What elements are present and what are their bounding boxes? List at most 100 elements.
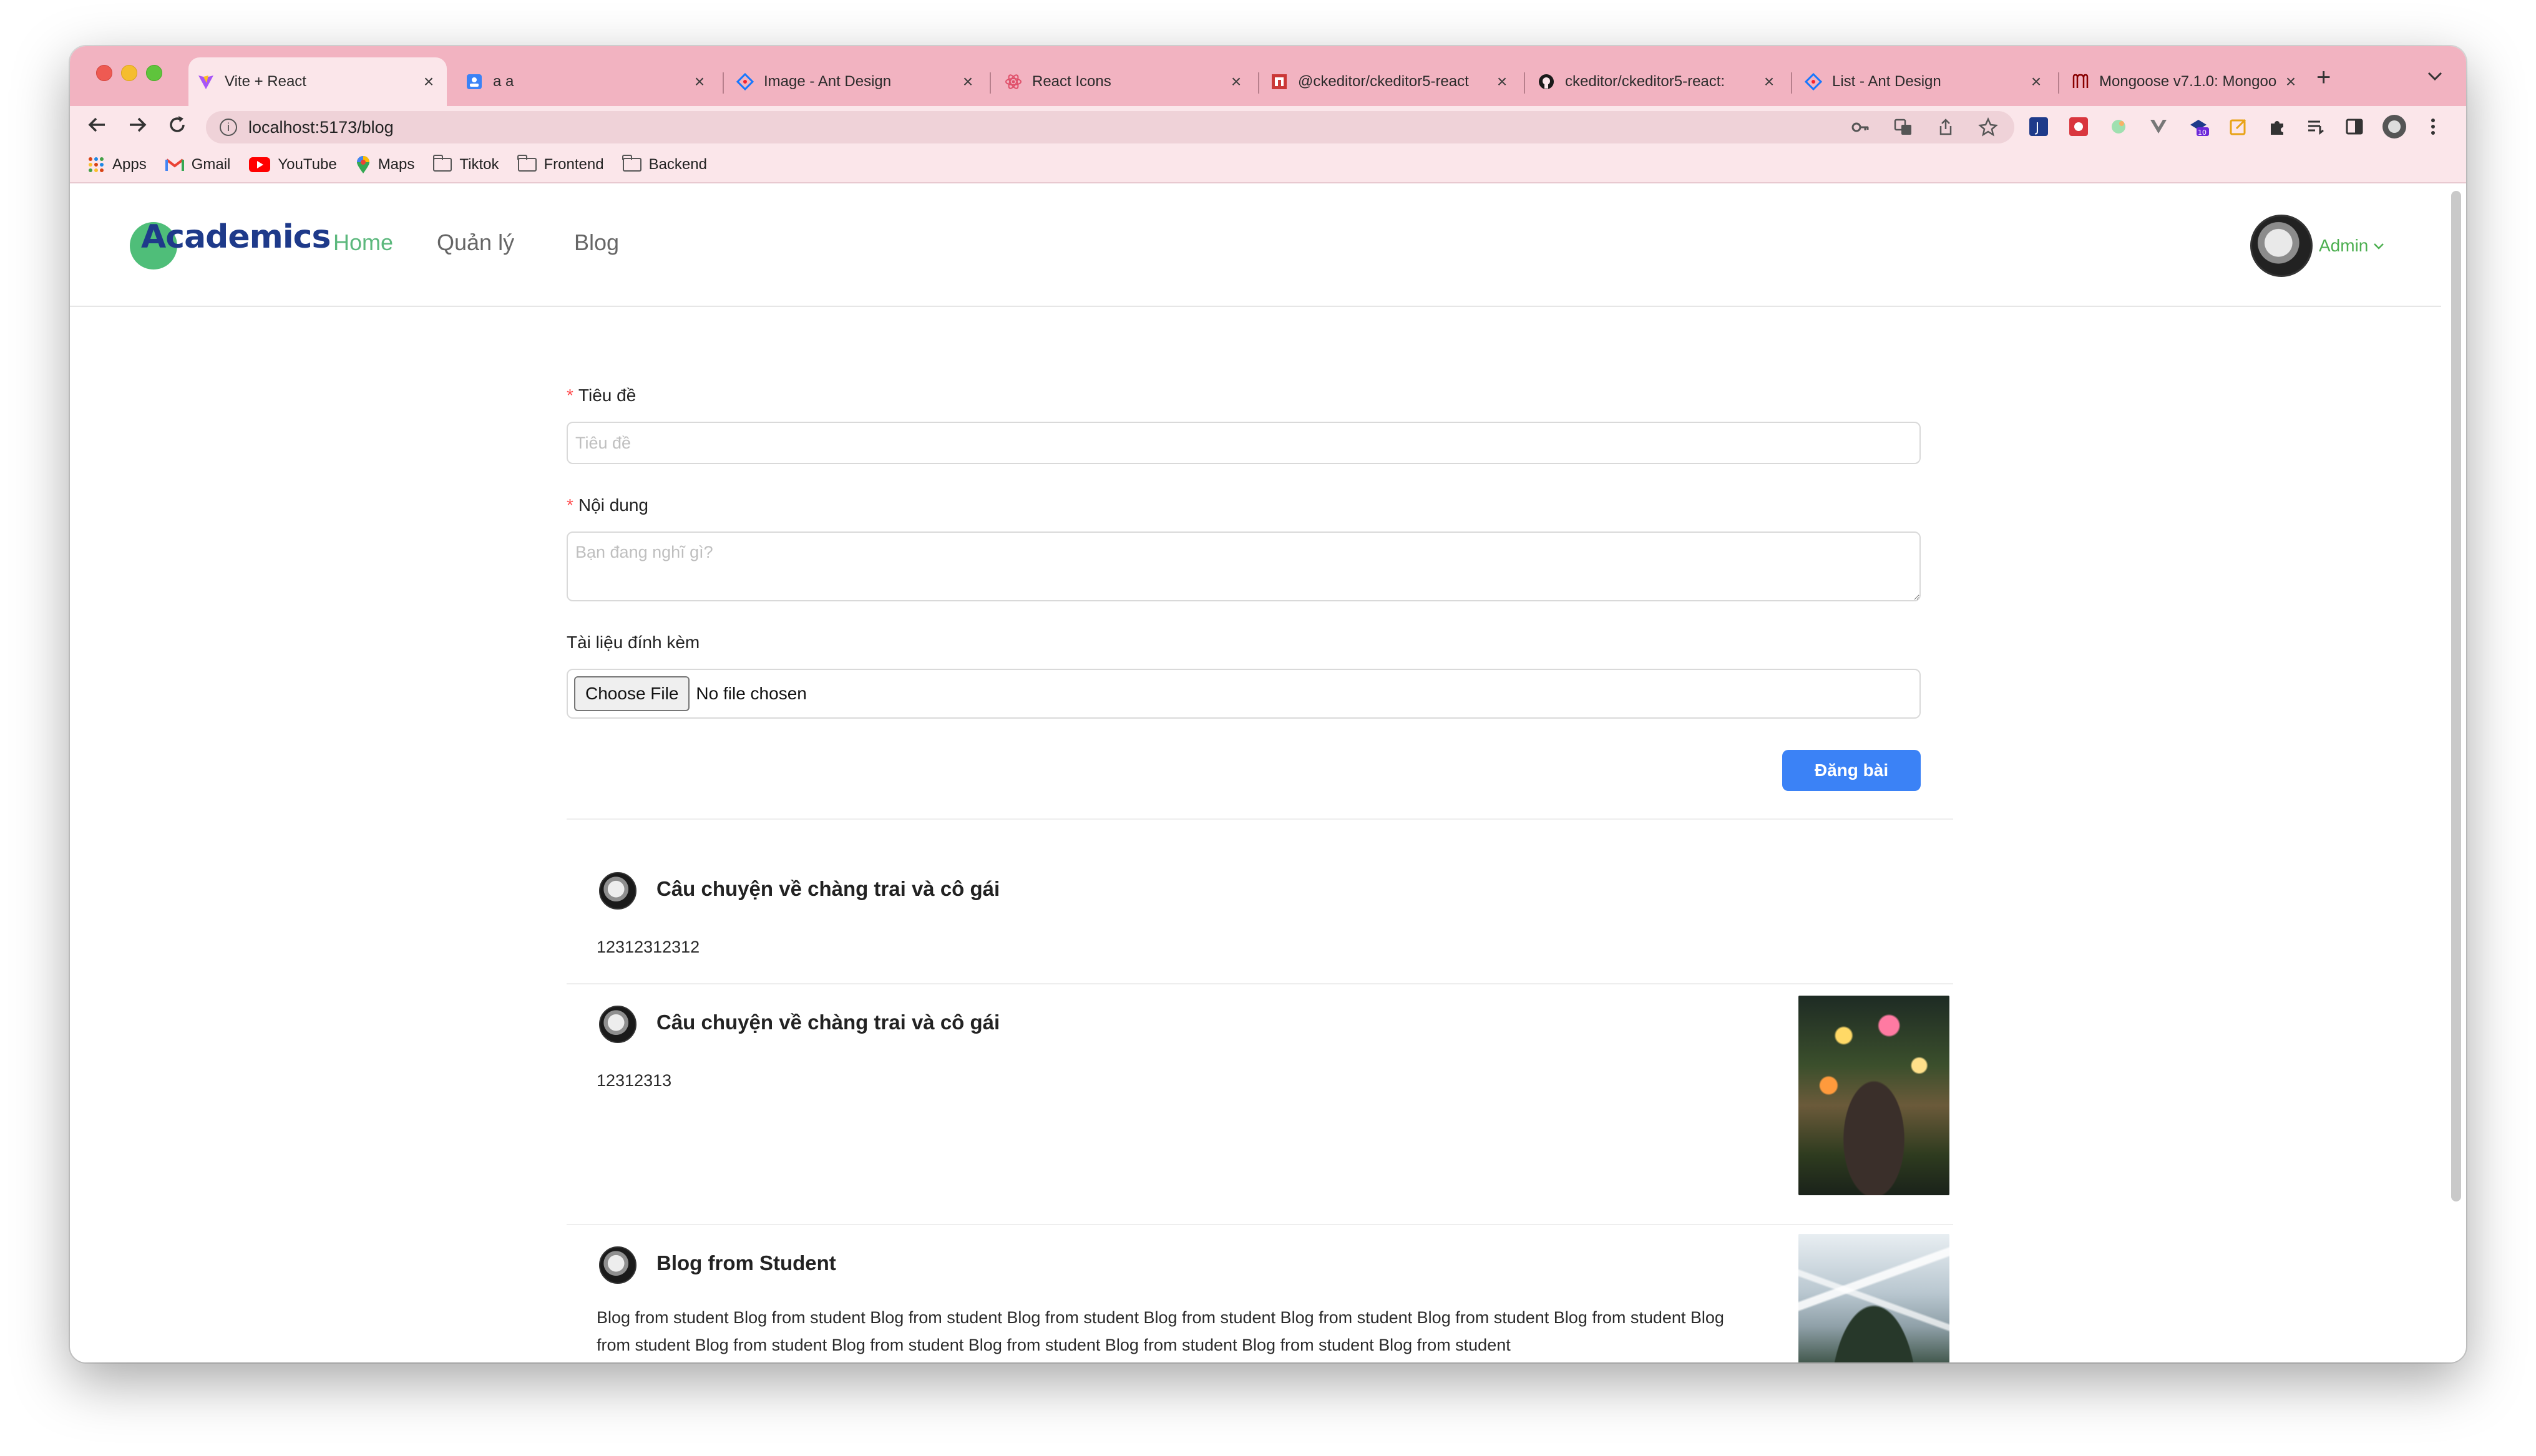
antd-icon bbox=[736, 73, 754, 90]
tab-title: Mongoose v7.1.0: Mongoo bbox=[2099, 73, 2277, 90]
content-textarea[interactable] bbox=[567, 531, 1921, 601]
tab-a-a[interactable]: a a × bbox=[457, 57, 718, 106]
required-mark: * bbox=[567, 386, 573, 405]
post-title[interactable]: Câu chuyện về chàng trai và cô gái bbox=[656, 877, 1000, 901]
extension-notes-icon[interactable] bbox=[2228, 116, 2249, 137]
share-icon[interactable] bbox=[1936, 117, 1956, 142]
user-menu[interactable]: Admin bbox=[2250, 215, 2384, 277]
svg-text:J: J bbox=[2034, 120, 2039, 135]
title-input[interactable] bbox=[567, 422, 1921, 464]
maps-icon bbox=[356, 155, 371, 174]
key-icon[interactable] bbox=[1851, 117, 1871, 142]
tab-separator bbox=[2058, 72, 2059, 94]
attachment-label: Tài liệu đính kèm bbox=[567, 633, 700, 652]
address-bar[interactable]: i localhost:5173/blog bbox=[206, 111, 2014, 143]
nav-blog[interactable]: Blog bbox=[574, 230, 619, 256]
bookmark-label: Maps bbox=[378, 156, 415, 173]
post-body: Blog from student Blog from student Blog… bbox=[597, 1308, 1724, 1354]
post-title[interactable]: Câu chuyện về chàng trai và cô gái bbox=[656, 1011, 1000, 1034]
tab-ckeditor-npm[interactable]: @ckeditor/ckeditor5-react × bbox=[1262, 57, 1520, 106]
tab-separator bbox=[1791, 72, 1792, 94]
back-arrow-icon[interactable] bbox=[86, 114, 109, 142]
minimize-window-button[interactable] bbox=[121, 65, 137, 81]
profile-avatar[interactable] bbox=[2381, 114, 2407, 140]
close-tab-icon[interactable]: × bbox=[690, 72, 709, 92]
post-author-avatar bbox=[599, 1246, 636, 1284]
nav-manage[interactable]: Quản lý bbox=[437, 230, 514, 256]
choose-file-button[interactable]: Choose File bbox=[574, 676, 690, 711]
file-input[interactable]: Choose File No file chosen bbox=[567, 669, 1921, 719]
content-label-text: Nội dung bbox=[578, 495, 648, 515]
translate-icon[interactable] bbox=[1893, 117, 1913, 142]
bookmark-youtube[interactable]: YouTube bbox=[249, 156, 337, 173]
bookmark-gmail[interactable]: Gmail bbox=[165, 156, 231, 173]
post-item[interactable]: Câu chuyện về chàng trai và cô gái 12312… bbox=[567, 858, 1953, 956]
close-tab-icon[interactable]: × bbox=[1760, 72, 1778, 92]
forward-arrow-icon[interactable] bbox=[126, 114, 149, 142]
bookmark-maps[interactable]: Maps bbox=[356, 155, 415, 174]
close-window-button[interactable] bbox=[96, 65, 112, 81]
browser-menu-icon[interactable] bbox=[2422, 116, 2444, 137]
tab-title: a a bbox=[493, 73, 514, 90]
tab-search-chevron-icon[interactable] bbox=[2426, 67, 2444, 87]
extension-j-icon[interactable]: J bbox=[2028, 116, 2049, 137]
app-logo[interactable]: Academics bbox=[130, 218, 331, 269]
vite-icon bbox=[197, 73, 215, 90]
close-tab-icon[interactable]: × bbox=[958, 72, 977, 92]
bookmark-label: Frontend bbox=[544, 156, 604, 173]
npm-icon bbox=[1270, 73, 1288, 90]
tab-ckeditor-github[interactable]: ckeditor/ckeditor5-react: × bbox=[1529, 57, 1787, 106]
post-image[interactable] bbox=[1798, 996, 1949, 1195]
reading-list-icon[interactable] bbox=[2305, 116, 2326, 137]
tab-vite-react[interactable]: Vite + React × bbox=[188, 57, 447, 106]
content-label: * Nội dung bbox=[567, 495, 648, 515]
close-tab-icon[interactable]: × bbox=[2027, 72, 2046, 92]
close-tab-icon[interactable]: × bbox=[419, 72, 438, 92]
close-tab-icon[interactable]: × bbox=[1227, 72, 1246, 92]
logo-text: Academics bbox=[141, 218, 331, 256]
bookmark-folder-frontend[interactable]: Frontend bbox=[517, 155, 604, 173]
zoom-window-button[interactable] bbox=[146, 65, 162, 81]
page-scrollbar[interactable] bbox=[2451, 191, 2461, 1201]
bookmark-star-icon[interactable] bbox=[1978, 117, 1998, 142]
reload-icon[interactable] bbox=[166, 114, 188, 142]
tab-image-ant-design[interactable]: Image - Ant Design × bbox=[728, 57, 986, 106]
react-icon bbox=[1005, 73, 1022, 90]
bookmark-label: Apps bbox=[112, 156, 147, 173]
close-tab-icon[interactable]: × bbox=[1493, 72, 1511, 92]
post-title[interactable]: Blog from Student bbox=[656, 1251, 836, 1275]
github-icon bbox=[1538, 73, 1555, 90]
tab-mongoose[interactable]: Mongoose v7.1.0: Mongoo × bbox=[2063, 57, 2309, 106]
extension-colorpicker-icon[interactable] bbox=[2108, 116, 2129, 137]
bookmark-apps[interactable]: Apps bbox=[87, 156, 147, 173]
folder-icon bbox=[517, 155, 537, 172]
site-info-icon[interactable]: i bbox=[220, 119, 237, 136]
nav-home[interactable]: Home bbox=[333, 230, 393, 256]
bookmark-folder-tiktok[interactable]: Tiktok bbox=[432, 155, 499, 173]
mongoose-icon bbox=[2072, 73, 2089, 90]
post-author-avatar bbox=[599, 1006, 636, 1043]
extensions-puzzle-icon[interactable] bbox=[2266, 116, 2288, 137]
apps-grid-icon bbox=[87, 156, 105, 173]
bookmark-label: YouTube bbox=[278, 156, 337, 173]
bookmark-folder-backend[interactable]: Backend bbox=[622, 155, 707, 173]
side-panel-icon[interactable] bbox=[2344, 116, 2365, 137]
tab-react-icons[interactable]: React Icons × bbox=[996, 57, 1254, 106]
post-item[interactable]: Câu chuyện về chàng trai và cô gái 12312… bbox=[567, 992, 1953, 1229]
new-tab-button[interactable]: + bbox=[2316, 65, 2331, 90]
bookmark-label: Gmail bbox=[191, 156, 231, 173]
post-item[interactable]: Blog from Student Blog from student Blog… bbox=[567, 1234, 1953, 1362]
extension-badge-icon[interactable]: 10 bbox=[2188, 116, 2209, 137]
youtube-icon bbox=[249, 157, 271, 172]
post-body: 12312313 bbox=[597, 1071, 672, 1090]
extension-screenshot-icon[interactable] bbox=[2068, 116, 2089, 137]
tab-list-ant-design[interactable]: List - Ant Design × bbox=[1796, 57, 2054, 106]
browser-window: Vite + React × a a × Image - Ant Design … bbox=[70, 46, 2466, 1362]
extension-vue-icon[interactable] bbox=[2148, 116, 2169, 137]
post-image[interactable] bbox=[1798, 1234, 1949, 1362]
bookmark-label: Tiktok bbox=[459, 156, 499, 173]
url-text: localhost:5173/blog bbox=[248, 117, 394, 137]
close-tab-icon[interactable]: × bbox=[2281, 72, 2300, 92]
bookmarks-bar: Apps Gmail YouTube Maps Tiktok Frontend … bbox=[70, 147, 2466, 183]
post-submit-button[interactable]: Đăng bài bbox=[1782, 750, 1921, 791]
